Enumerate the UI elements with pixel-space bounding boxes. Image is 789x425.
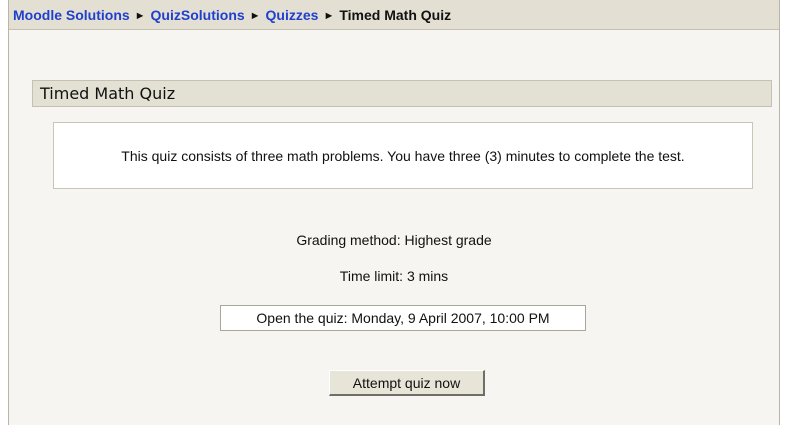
open-date-box: Open the quiz: Monday, 9 April 2007, 10:… xyxy=(220,305,586,331)
quiz-title-heading: Timed Math Quiz xyxy=(32,80,772,107)
breadcrumb-link-quizzes[interactable]: Quizzes xyxy=(266,7,319,23)
quiz-intro-text: This quiz consists of three math problem… xyxy=(121,148,685,164)
breadcrumb-separator-icon: ► xyxy=(134,10,146,22)
page-frame: Moodle Solutions ► QuizSolutions ► Quizzes ► T… xyxy=(8,0,780,425)
grading-method-text: Grading method: Highest grade xyxy=(296,232,492,248)
breadcrumb: Moodle Solutions ► QuizSolutions ► Quizzes ► T… xyxy=(9,0,779,30)
breadcrumb-link-moodle-solutions[interactable]: Moodle Solutions xyxy=(13,7,130,23)
breadcrumb-separator-icon: ► xyxy=(323,10,335,22)
breadcrumb-link-quizsolutions[interactable]: QuizSolutions xyxy=(151,7,245,23)
time-limit-text: Time limit: 3 mins xyxy=(339,268,449,284)
attempt-quiz-button[interactable]: Attempt quiz now xyxy=(329,370,485,396)
quiz-intro-box: This quiz consists of three math problem… xyxy=(53,122,753,189)
breadcrumb-current: Timed Math Quiz xyxy=(339,7,452,23)
breadcrumb-separator-icon: ► xyxy=(249,10,261,22)
